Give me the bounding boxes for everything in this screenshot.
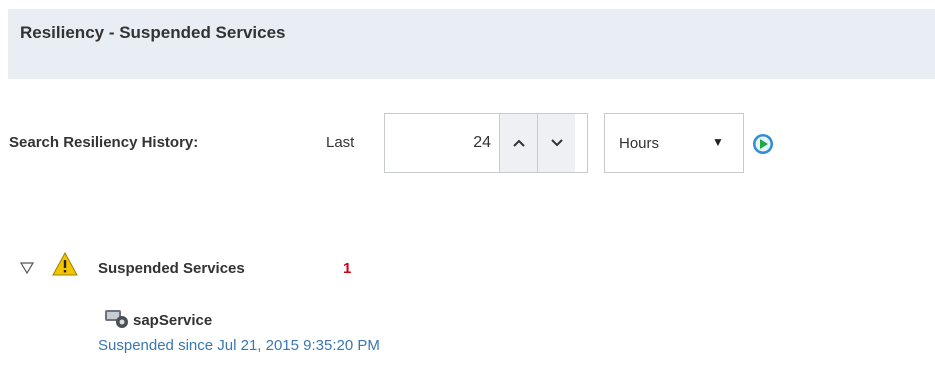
service-status: Suspended since Jul 21, 2015 9:35:20 PM [98, 337, 380, 354]
last-label: Last [326, 134, 355, 151]
search-label: Search Resiliency History: [9, 134, 199, 151]
service-gear-icon [105, 310, 128, 328]
chevron-up-icon [512, 139, 525, 147]
go-arrow-icon[interactable] [752, 133, 774, 155]
tree-title: Suspended Services [98, 260, 245, 277]
unit-select-value: Hours [619, 135, 660, 152]
dropdown-arrow-icon: ▼ [712, 135, 724, 149]
page-header: Resiliency - Suspended Services [8, 9, 935, 79]
unit-select[interactable]: Hours ▼ [604, 113, 744, 173]
expand-triangle-icon[interactable] [20, 262, 34, 274]
period-input[interactable]: 24 [385, 134, 491, 152]
decrement-button[interactable] [537, 114, 575, 172]
service-name-link[interactable]: sapService [133, 312, 212, 329]
period-stepper: 24 [384, 113, 588, 173]
chevron-down-icon [550, 139, 563, 147]
increment-button[interactable] [499, 114, 537, 172]
suspended-count: 1 [343, 260, 352, 277]
warning-icon [52, 252, 78, 276]
search-history-row: Search Resiliency History: Last 24 Hours… [0, 113, 935, 173]
page-title: Resiliency - Suspended Services [20, 23, 286, 42]
